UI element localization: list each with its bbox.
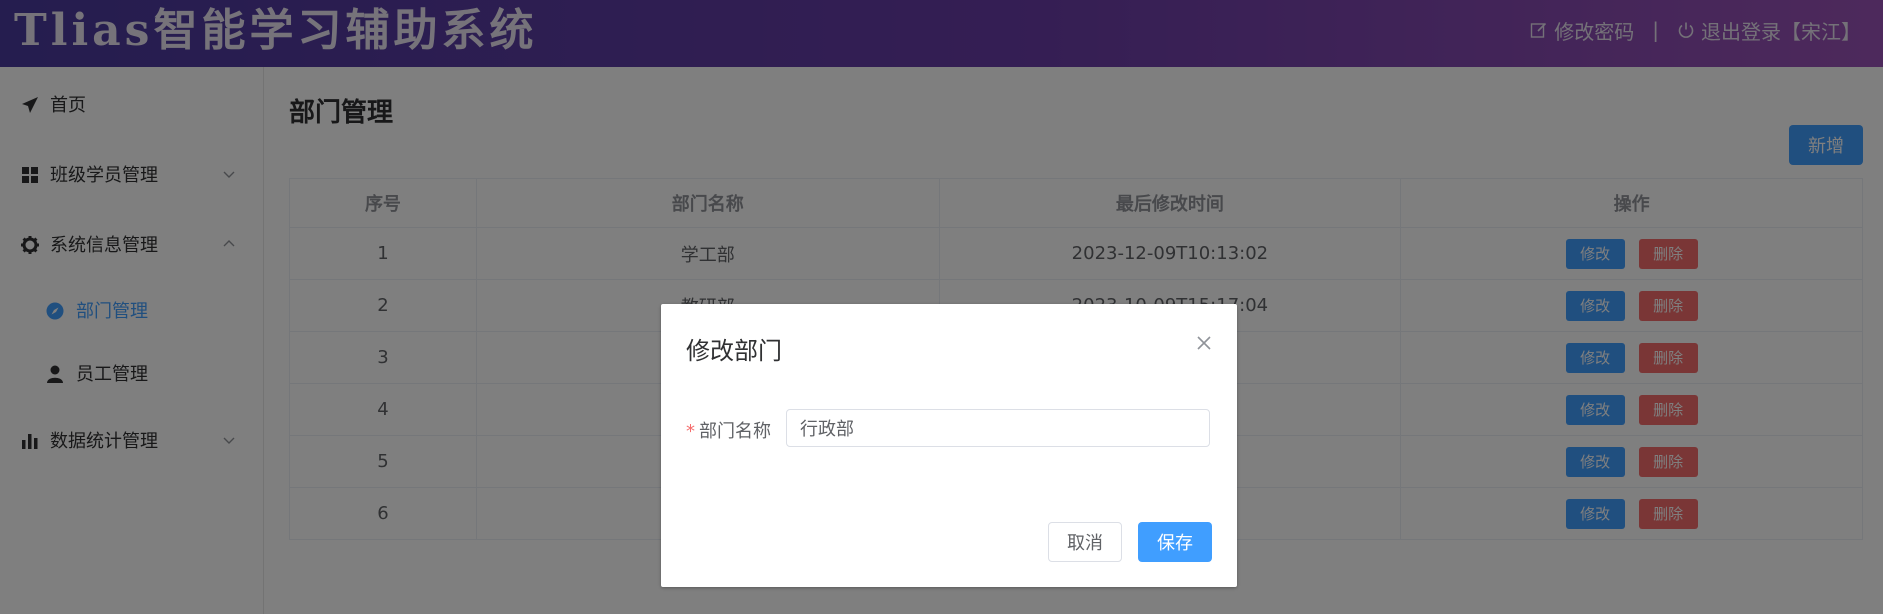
save-button[interactable]: 保存 (1138, 522, 1212, 562)
dept-name-label: * 部门名称 (686, 417, 771, 443)
dept-name-label-text: 部门名称 (699, 421, 771, 442)
cancel-button[interactable]: 取消 (1048, 522, 1122, 562)
edit-dept-dialog: 修改部门 *部门名称 取消 保存 (661, 304, 1237, 587)
required-mark: * (686, 421, 695, 442)
close-icon[interactable] (1196, 335, 1212, 351)
dialog-title: 修改部门 (686, 337, 782, 365)
dept-name-input[interactable] (786, 409, 1210, 447)
